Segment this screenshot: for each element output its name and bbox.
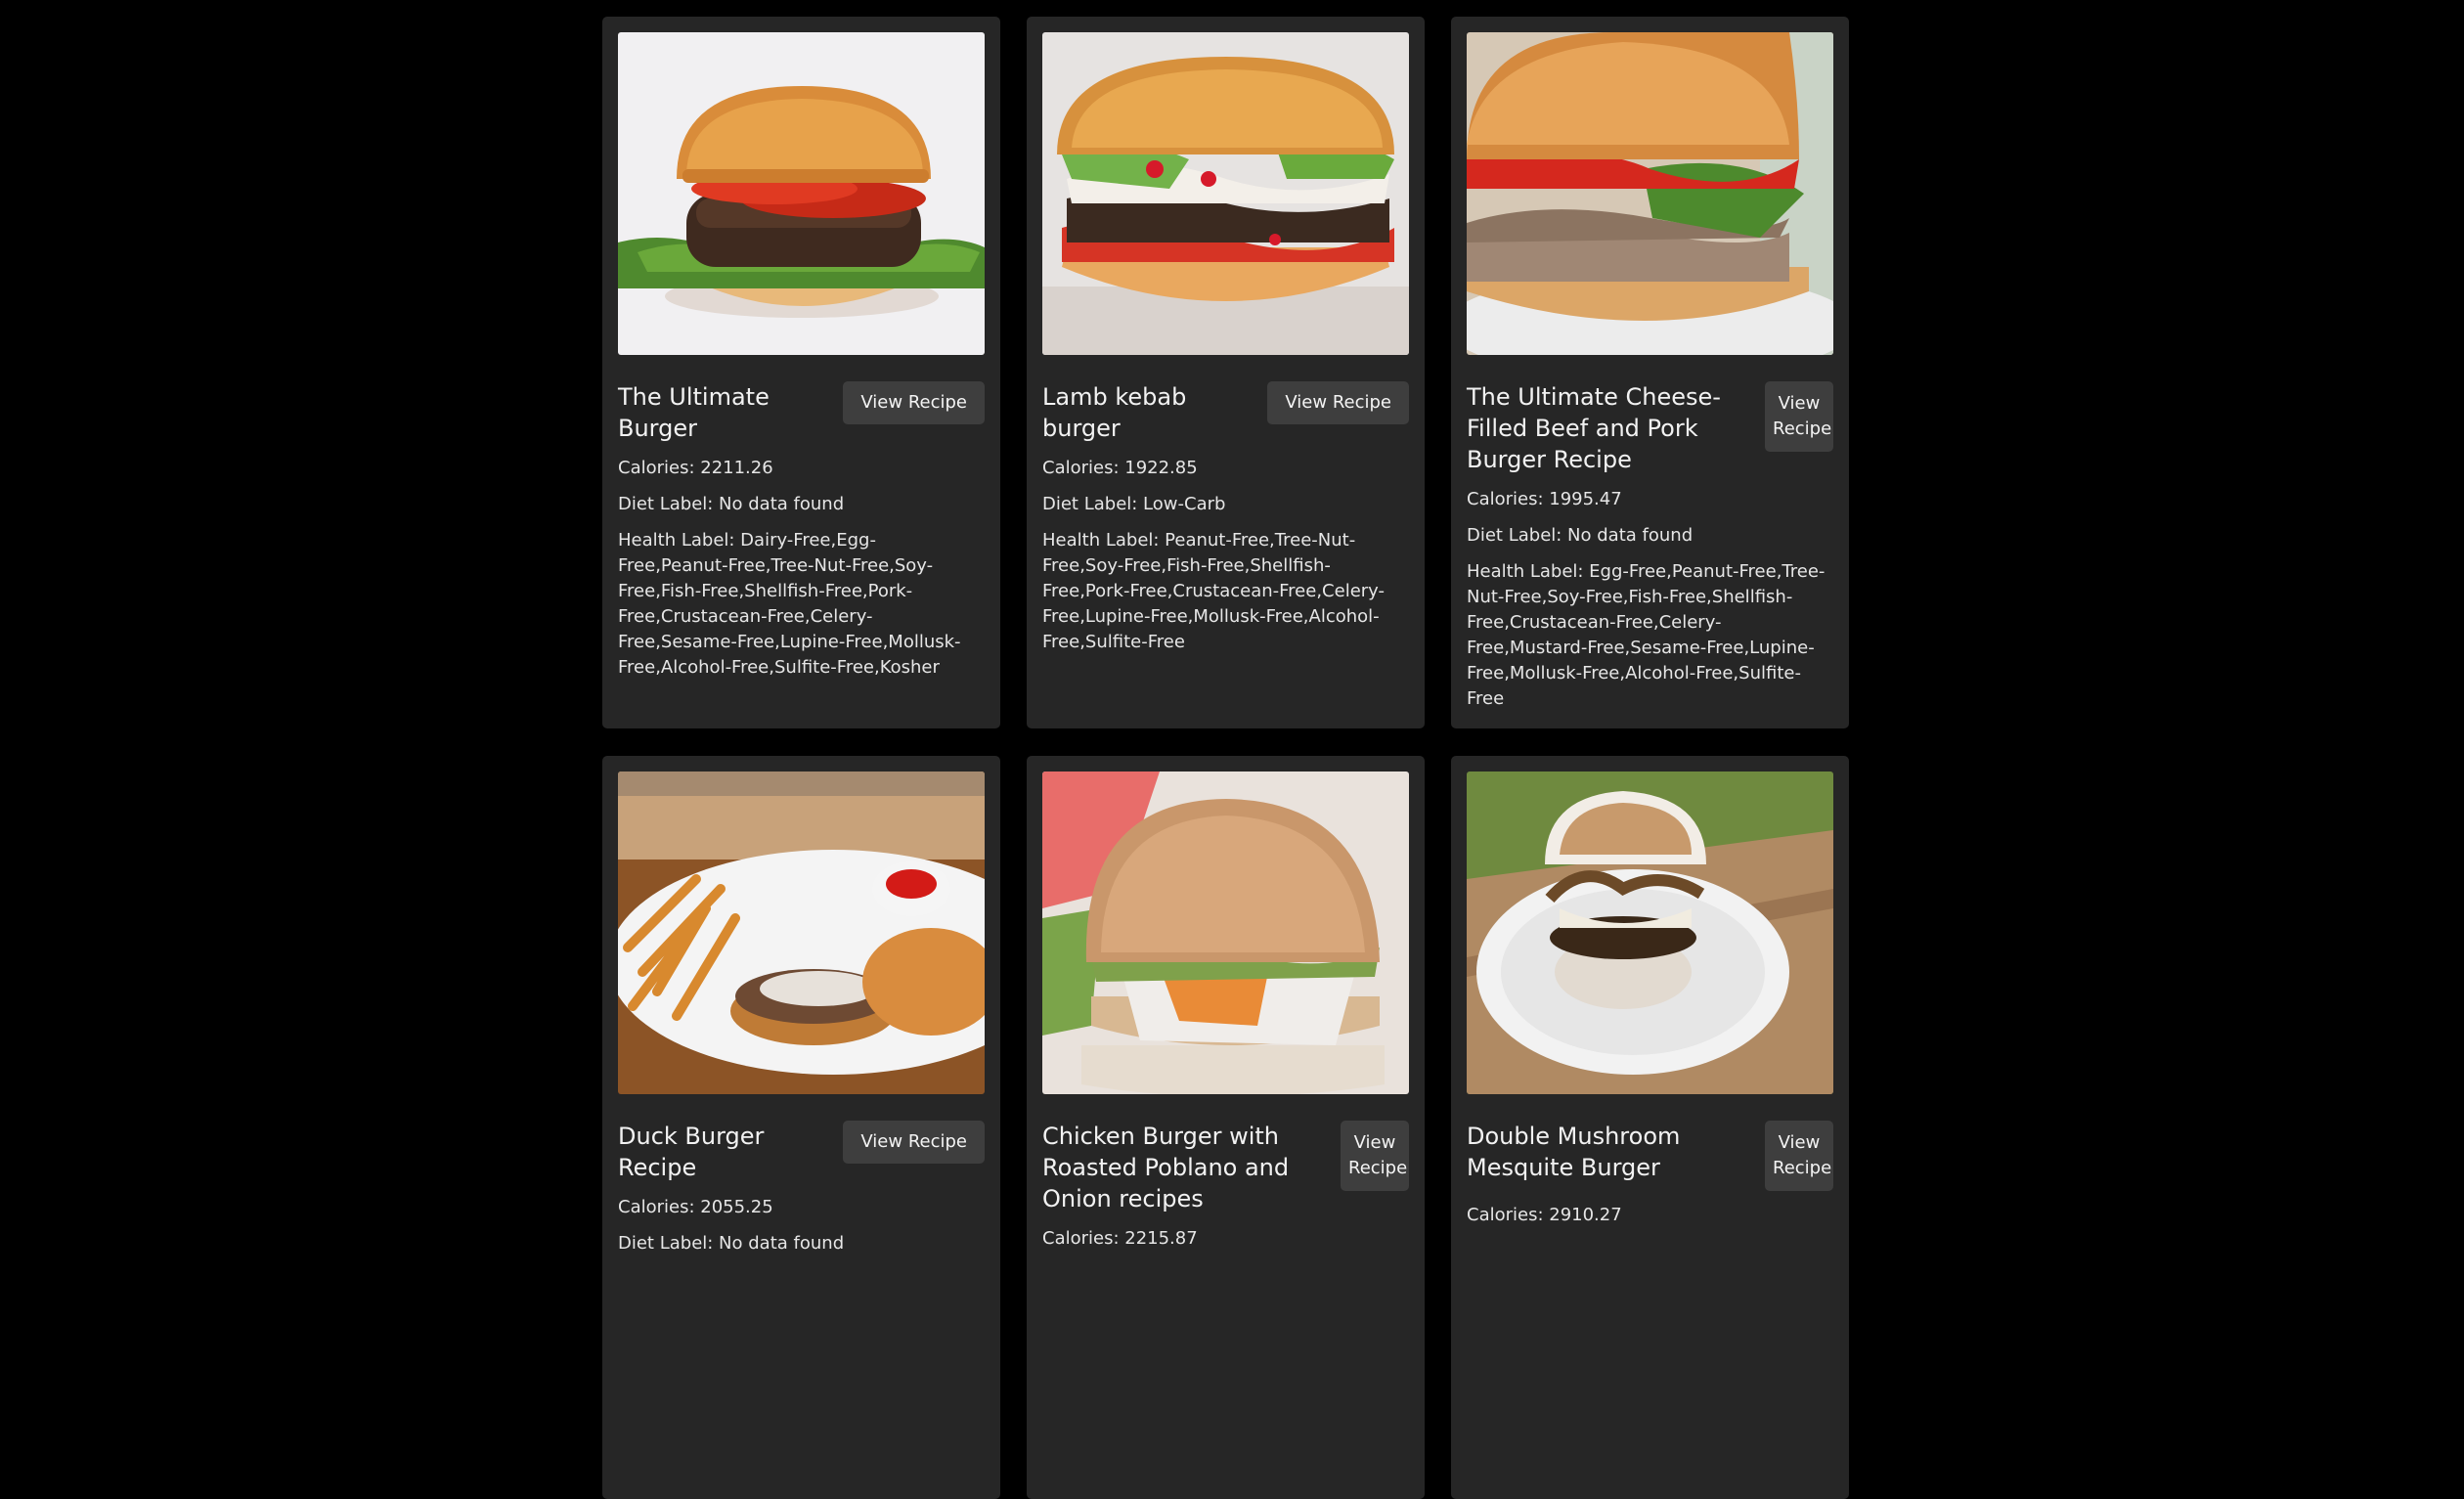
burger-photo xyxy=(1042,772,1409,1094)
recipe-title: The Ultimate Cheese-Filled Beef and Pork… xyxy=(1467,383,1721,473)
recipe-grid-row-2: Duck Burger Recipe View Recipe Calories:… xyxy=(602,756,1850,1499)
recipe-title: Duck Burger Recipe xyxy=(618,1123,765,1181)
view-recipe-button[interactable]: View Recipe xyxy=(843,1121,985,1164)
recipe-diet-label: Diet Label: No data found xyxy=(618,1233,845,1254)
recipe-title: Lamb kebab burger xyxy=(1042,383,1187,442)
recipe-calories: Calories: 2055.25 xyxy=(618,1197,773,1217)
recipe-calories: Calories: 2215.87 xyxy=(1042,1228,1198,1249)
recipe-card: Lamb kebab burger View Recipe Calories: … xyxy=(1027,17,1425,728)
recipe-card: Duck Burger Recipe View Recipe Calories:… xyxy=(602,756,1000,1499)
burger-photo xyxy=(1467,772,1833,1094)
view-recipe-button[interactable]: View Recipe xyxy=(1267,381,1409,424)
recipe-title: Chicken Burger with Roasted Poblano and … xyxy=(1042,1123,1290,1212)
recipe-title: The Ultimate Burger xyxy=(618,383,770,442)
recipe-image[interactable] xyxy=(1042,772,1409,1094)
burger-photo xyxy=(618,772,985,1094)
recipe-image[interactable] xyxy=(1467,772,1833,1094)
recipe-card: The Ultimate Burger View Recipe Calories… xyxy=(602,17,1000,728)
recipe-diet-label: Diet Label: Low-Carb xyxy=(1042,494,1226,514)
recipe-card: The Ultimate Cheese-Filled Beef and Pork… xyxy=(1451,17,1849,728)
recipe-card: Double Mushroom Mesquite Burger View Rec… xyxy=(1451,756,1849,1499)
recipe-health-label: Health Label: Egg-Free,Peanut-Free,Tree-… xyxy=(1467,561,1826,709)
view-recipe-button[interactable]: View Recipe xyxy=(1341,1121,1409,1191)
recipe-card: Chicken Burger with Roasted Poblano and … xyxy=(1027,756,1425,1499)
recipe-calories: Calories: 1995.47 xyxy=(1467,489,1622,509)
recipe-diet-label: Diet Label: No data found xyxy=(618,494,845,514)
burger-photo xyxy=(1467,32,1833,355)
recipe-title: Double Mushroom Mesquite Burger xyxy=(1467,1123,1681,1181)
recipe-health-label: Health Label: Peanut-Free,Tree-Nut-Free,… xyxy=(1042,530,1385,652)
recipe-calories: Calories: 2910.27 xyxy=(1467,1205,1622,1225)
view-recipe-button[interactable]: View Recipe xyxy=(843,381,985,424)
recipe-calories: Calories: 2211.26 xyxy=(618,458,773,478)
recipe-image[interactable] xyxy=(1042,32,1409,355)
burger-photo xyxy=(618,32,985,355)
burger-photo xyxy=(1042,32,1409,355)
recipe-image[interactable] xyxy=(618,32,985,355)
recipe-calories: Calories: 1922.85 xyxy=(1042,458,1198,478)
recipe-image[interactable] xyxy=(618,772,985,1094)
recipe-diet-label: Diet Label: No data found xyxy=(1467,525,1694,546)
view-recipe-button[interactable]: View Recipe xyxy=(1765,1121,1833,1191)
recipe-health-label: Health Label: Dairy-Free,Egg-Free,Peanut… xyxy=(618,530,961,678)
recipe-image[interactable] xyxy=(1467,32,1833,355)
view-recipe-button[interactable]: View Recipe xyxy=(1765,381,1833,452)
recipe-grid: The Ultimate Burger View Recipe Calories… xyxy=(602,17,1850,728)
